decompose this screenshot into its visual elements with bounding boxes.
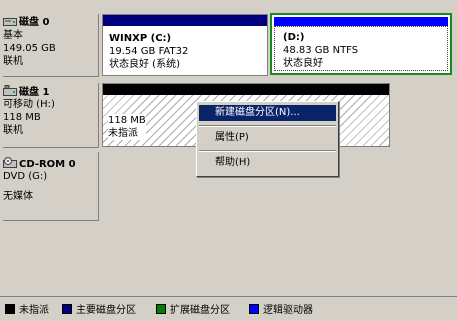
menu-separator	[199, 150, 336, 152]
volume-c-status: 状态良好 (系统)	[109, 59, 180, 70]
disk-1-type: 可移动 (H:)	[3, 99, 55, 110]
legend-extended: 扩展磁盘分区	[156, 304, 230, 316]
legend-logical: 逻辑驱动器	[249, 304, 313, 316]
disk-1-status: 联机	[3, 125, 23, 136]
disk-0-label[interactable]: 磁盘 0 基本 149.05 GB 联机	[3, 14, 99, 77]
legend-unallocated: 未指派	[5, 304, 49, 316]
unallocated-bar	[103, 84, 389, 95]
menu-separator	[199, 125, 336, 127]
unallocated-size: 118 MB	[108, 115, 146, 126]
volume-d-selected[interactable]: (D:) 48.83 GB NTFS 状态良好	[270, 13, 452, 75]
legend-bar: 未指派 主要磁盘分区 扩展磁盘分区 逻辑驱动器	[0, 296, 457, 321]
primary-partition-bar	[103, 15, 267, 26]
disk-1-label[interactable]: 磁盘 1 可移动 (H:) 118 MB 联机	[3, 83, 99, 148]
cdrom-0-label[interactable]: CD-ROM 0 DVD (G:) 无媒体	[3, 152, 99, 221]
disk-0-type: 基本	[3, 30, 23, 41]
menu-item-properties[interactable]: 属性(P)	[199, 130, 336, 146]
logical-drive-bar	[274, 17, 448, 26]
disk-0-size: 149.05 GB	[3, 43, 56, 54]
menu-item-new-partition[interactable]: 新建磁盘分区(N)...	[199, 105, 336, 121]
legend-swatch	[62, 304, 72, 314]
unallocated-status: 未指派	[108, 128, 138, 139]
legend-swatch	[5, 304, 15, 314]
cdrom-0-type: DVD (G:)	[3, 171, 48, 182]
volume-c-name: WINXP (C:)	[109, 33, 172, 44]
volume-d-size: 48.83 GB NTFS	[283, 45, 359, 56]
cdrom-0-status: 无媒体	[3, 191, 33, 202]
legend-primary: 主要磁盘分区	[62, 304, 136, 316]
top-strip	[0, 0, 457, 10]
volume-c-size: 19.54 GB FAT32	[109, 46, 189, 57]
volume-d-focus: (D:) 48.83 GB NTFS 状态良好	[274, 26, 448, 71]
legend-swatch	[156, 304, 166, 314]
disk-1-size: 118 MB	[3, 112, 41, 123]
volume-d-status: 状态良好	[283, 58, 323, 69]
disk-0-name: 磁盘 0	[19, 17, 50, 28]
volume-c[interactable]: WINXP (C:) 19.54 GB FAT32 状态良好 (系统)	[102, 14, 268, 76]
disk-1-name: 磁盘 1	[19, 87, 50, 98]
menu-item-help[interactable]: 帮助(H)	[199, 155, 336, 171]
disk-0-status: 联机	[3, 56, 23, 67]
cdrom-0-name: CD-ROM 0	[19, 159, 76, 170]
context-menu: 新建磁盘分区(N)... 属性(P) 帮助(H)	[196, 101, 339, 177]
legend-swatch	[249, 304, 259, 314]
volume-d-name: (D:)	[283, 32, 305, 43]
